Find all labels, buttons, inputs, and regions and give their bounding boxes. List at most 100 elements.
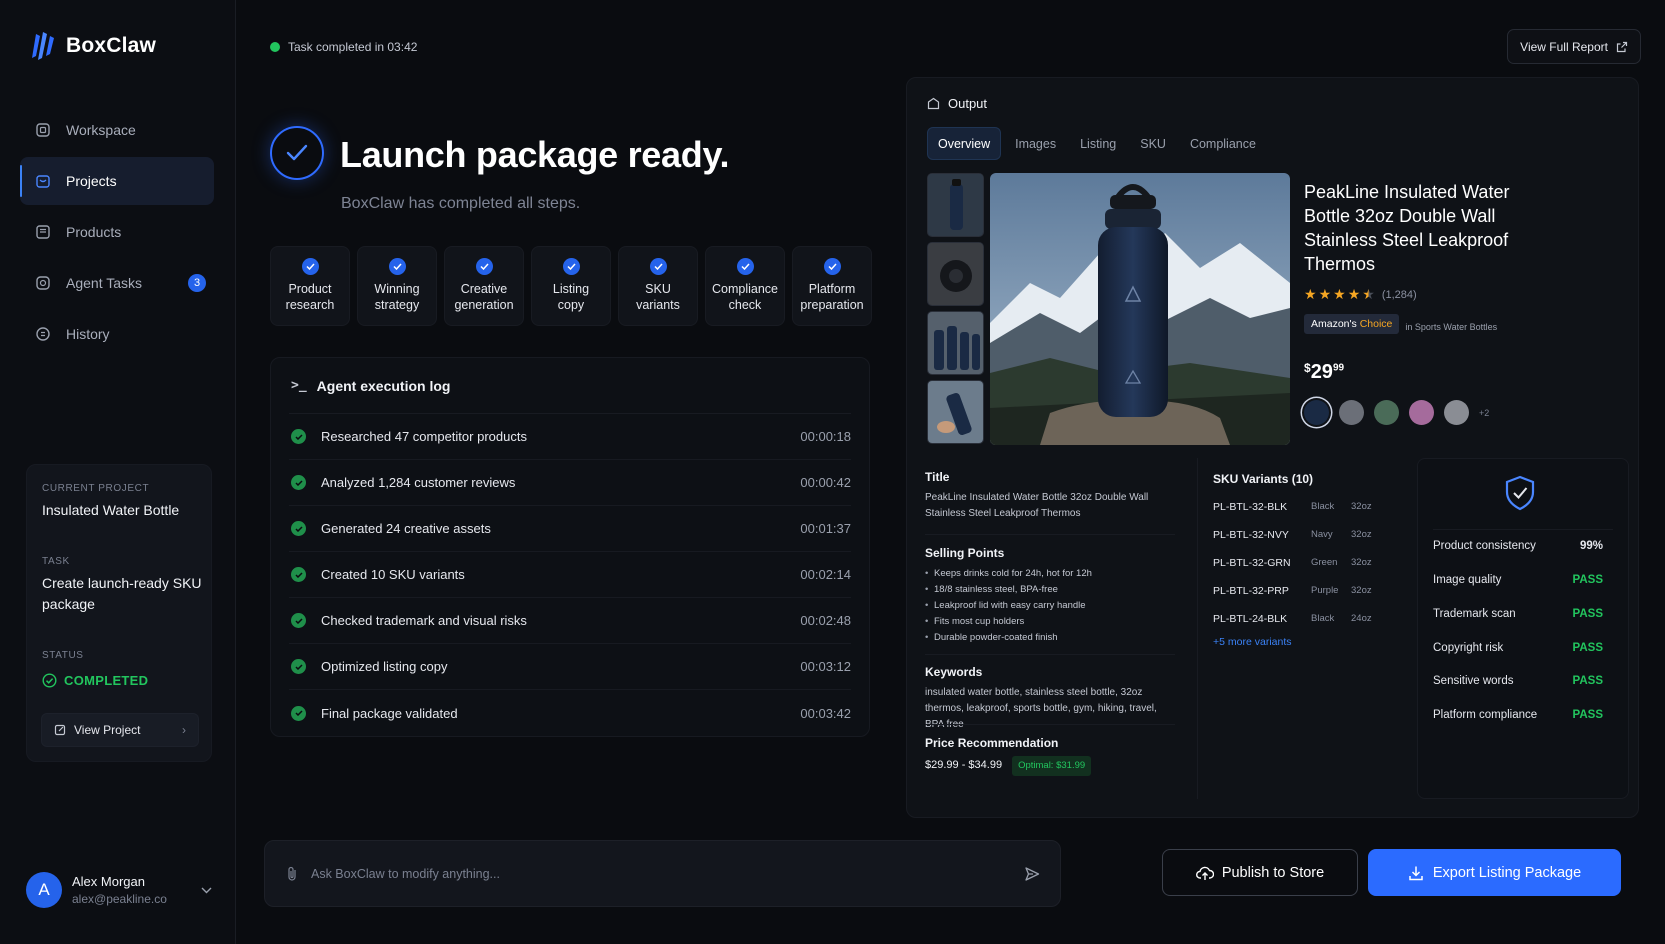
swatch-more-colors[interactable] xyxy=(1444,400,1469,425)
sidebar-item-label: Products xyxy=(66,224,122,240)
listing-details-card: Title PeakLine Insulated Water Bottle 32… xyxy=(907,458,1189,799)
paperclip-icon[interactable] xyxy=(285,866,299,882)
check-icon xyxy=(291,429,306,444)
view-full-report-button[interactable]: View Full Report xyxy=(1507,29,1641,64)
log-time: 00:03:12 xyxy=(800,659,851,674)
pipeline-steps: Product research Winning strategy Creative… xyxy=(270,246,872,326)
sidebar-item-products[interactable]: Products xyxy=(20,208,214,256)
sku-row[interactable]: PL-BTL-24-BLK Black 24oz xyxy=(1213,613,1372,625)
tab-sku[interactable]: SKU xyxy=(1130,127,1176,160)
view-project-label: View Project xyxy=(74,723,141,737)
divider xyxy=(925,654,1175,655)
sku-row[interactable]: PL-BTL-32-BLK Black 32oz xyxy=(1213,501,1372,513)
publish-to-store-button[interactable]: Publish to Store xyxy=(1162,849,1358,896)
optimal-price-badge: Optimal: $31.99 xyxy=(1012,756,1092,776)
step-creative-generation[interactable]: Creative generation xyxy=(444,246,524,326)
swatch-purple[interactable] xyxy=(1409,400,1434,425)
swatch-navy[interactable] xyxy=(1304,400,1329,425)
keywords-text: insulated water bottle, stainless steel … xyxy=(925,687,1157,730)
step-winning-strategy[interactable]: Winning strategy xyxy=(357,246,437,326)
tab-overview[interactable]: Overview xyxy=(927,127,1002,160)
price-range: $29.99 - $34.99 xyxy=(925,759,1003,771)
step-compliance-check[interactable]: Compliance check xyxy=(705,246,785,326)
tab-compliance[interactable]: Compliance xyxy=(1180,127,1266,160)
brand-name: BoxClaw xyxy=(66,34,157,57)
check-image-quality: Image quality PASS xyxy=(1433,574,1603,586)
chevron-down-icon[interactable] xyxy=(201,883,212,897)
external-edit-icon xyxy=(54,724,66,736)
sku-variants-card: SKU Variants (10) PL-BTL-32-BLK Black 32oz… xyxy=(1197,458,1387,799)
image-thumbnails xyxy=(927,173,984,444)
log-row: Created 10 SKU variants 00:02:14 xyxy=(289,552,851,598)
agent-tasks-icon xyxy=(34,274,52,292)
star-icon: ★ xyxy=(1333,286,1346,302)
step-check-icon xyxy=(562,258,580,275)
page-title: Launch package ready. xyxy=(340,134,730,175)
sidebar-item-workspace[interactable]: Workspace xyxy=(20,106,214,154)
log-text: Analyzed 1,284 customer reviews xyxy=(321,475,516,490)
half-star-icon: ★ xyxy=(1362,286,1375,302)
step-platform-preparation[interactable]: Platform preparation xyxy=(792,246,872,326)
step-check-icon xyxy=(823,258,841,275)
page-subtitle: BoxClaw has completed all steps. xyxy=(341,195,581,212)
sku-row[interactable]: PL-BTL-32-PRP Purple 32oz xyxy=(1213,585,1372,597)
swatch-green[interactable] xyxy=(1374,400,1399,425)
export-listing-package-button[interactable]: Export Listing Package xyxy=(1368,849,1621,896)
log-time: 00:00:18 xyxy=(800,429,851,444)
thumbnail-bottle-lineup[interactable] xyxy=(927,311,984,375)
sidebar-item-agent-tasks[interactable]: Agent Tasks 3 xyxy=(20,259,214,307)
sidebar-item-label: Agent Tasks xyxy=(66,275,143,291)
sku-row[interactable]: PL-BTL-32-GRN Green 32oz xyxy=(1213,557,1372,569)
quality-checks-card: Product consistency 99% Image quality PASS… xyxy=(1417,458,1629,799)
step-check-icon xyxy=(736,258,754,275)
task-status-text: Task completed in 03:42 xyxy=(288,40,418,54)
log-text: Checked trademark and visual risks xyxy=(321,613,527,628)
log-row: Optimized listing copy 00:03:12 xyxy=(289,644,851,690)
product-main-image[interactable] xyxy=(990,173,1290,445)
thumbnail-bottle-lid[interactable] xyxy=(927,242,984,306)
rating-stars: ★ ★ ★ ★ ★ (1,284) xyxy=(1304,286,1417,303)
sidebar-item-label: History xyxy=(66,326,110,342)
output-header: Output xyxy=(927,96,987,111)
step-label: Creative generation xyxy=(454,282,514,312)
sidebar-item-history[interactable]: History xyxy=(20,310,214,358)
check-icon xyxy=(291,521,306,536)
send-icon[interactable] xyxy=(1024,866,1040,882)
check-trademark-scan: Trademark scan PASS xyxy=(1433,608,1603,620)
thumbnail-bottle-front[interactable] xyxy=(927,173,984,237)
swatch-gray[interactable] xyxy=(1339,400,1364,425)
star-icon: ★ xyxy=(1304,286,1317,302)
log-text: Generated 24 creative assets xyxy=(321,521,491,536)
launch-ready-check-icon xyxy=(270,126,324,180)
user-profile[interactable]: A Alex Morgan alex@peakline.co xyxy=(26,872,212,908)
amazons-choice: Amazon's Choice in Sports Water Bottles xyxy=(1304,314,1497,334)
selling-point: Durable powder-coated finish xyxy=(925,630,1173,646)
products-icon xyxy=(34,223,52,241)
swatch-more-count: +2 xyxy=(1479,407,1490,418)
log-text: Researched 47 competitor products xyxy=(321,429,527,444)
sku-row[interactable]: PL-BTL-32-NVY Navy 32oz xyxy=(1213,529,1372,541)
view-project-button[interactable]: View Project › xyxy=(41,713,199,747)
check-copyright-risk: Copyright risk PASS xyxy=(1433,642,1603,654)
thumbnail-bottle-hand[interactable] xyxy=(927,380,984,444)
sidebar: BoxClaw Workspace Projects Products Agen… xyxy=(0,0,236,944)
brand[interactable]: BoxClaw xyxy=(28,30,156,62)
chat-input[interactable] xyxy=(311,866,1012,881)
title-block: Title PeakLine Insulated Water Bottle 32… xyxy=(925,470,1173,522)
download-icon xyxy=(1409,866,1423,880)
external-link-icon xyxy=(1616,41,1628,52)
check-product-consistency: Product consistency 99% xyxy=(1433,540,1603,552)
tab-images[interactable]: Images xyxy=(1005,127,1066,160)
step-listing-copy[interactable]: Listing copy xyxy=(531,246,611,326)
view-report-label: View Full Report xyxy=(1520,39,1608,54)
log-title: Agent execution log xyxy=(316,377,451,394)
step-label: Platform preparation xyxy=(800,282,864,312)
sidebar-item-projects[interactable]: Projects xyxy=(20,157,214,205)
step-sku-variants[interactable]: SKU variants xyxy=(618,246,698,326)
more-variants-link[interactable]: +5 more variants xyxy=(1213,636,1292,648)
step-product-research[interactable]: Product research xyxy=(270,246,350,326)
amazons-choice-badge: Amazon's Choice xyxy=(1304,314,1400,334)
tab-listing[interactable]: Listing xyxy=(1070,127,1126,160)
price-recommendation-heading: Price Recommendation xyxy=(925,736,1059,750)
step-label: SKU variants xyxy=(636,282,680,312)
